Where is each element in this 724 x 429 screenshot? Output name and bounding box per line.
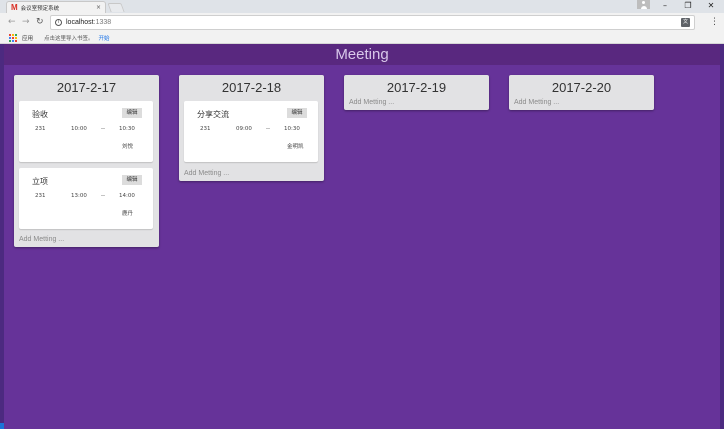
apps-grid-dot xyxy=(15,33,17,36)
menu-icon[interactable]: ⋮ xyxy=(710,17,719,27)
restore-window-icon[interactable]: ❐ xyxy=(677,0,699,11)
close-window-icon[interactable]: ✕ xyxy=(700,0,722,11)
meeting-card: 立项 编辑 231 13:00 -- 14:00 鹿丹 xyxy=(19,168,153,229)
day-column: 2017-2-19 Add Metting ... xyxy=(344,75,489,110)
apps-grid-dot xyxy=(12,33,14,36)
add-meeting-link[interactable]: Add Metting ... xyxy=(184,170,229,177)
meeting-end-time: 10:30 xyxy=(284,126,300,132)
translate-icon[interactable]: 文 xyxy=(681,18,690,27)
url-port: :1338 xyxy=(93,19,112,26)
meeting-person: 鹿丹 xyxy=(122,211,134,217)
day-column: 2017-2-20 Add Metting ... xyxy=(509,75,654,110)
day-column: 2017-2-18 分享交流 编辑 231 09:00 -- 10:30 金明凯… xyxy=(179,75,324,181)
gmail-favicon-icon: M xyxy=(11,2,18,12)
forward-arrow-icon[interactable]: → xyxy=(22,17,30,28)
time-separator: -- xyxy=(101,126,105,132)
bookmarks-import-hint: 点击这里导入书签。 xyxy=(44,35,94,42)
meeting-room: 231 xyxy=(35,193,46,199)
apps-grid-dot xyxy=(12,36,14,39)
meeting-card: 分享交流 编辑 231 09:00 -- 10:30 金明凯 xyxy=(184,101,318,162)
left-edge-panel xyxy=(0,44,4,429)
url-host: localhost xyxy=(66,19,94,26)
tab-title: 会议室预定系统 xyxy=(20,5,60,12)
profile-icon[interactable] xyxy=(637,0,650,9)
edit-button[interactable]: 编辑 xyxy=(287,108,307,118)
back-arrow-icon[interactable]: ← xyxy=(8,17,16,28)
apps-grid-icon[interactable] xyxy=(9,33,17,42)
meeting-title: 验收 xyxy=(32,110,48,119)
meeting-room: 231 xyxy=(200,126,211,132)
time-separator: -- xyxy=(266,126,270,132)
meeting-person: 刘悦 xyxy=(122,144,134,150)
edit-button[interactable]: 编辑 xyxy=(122,108,142,118)
day-date: 2017-2-20 xyxy=(551,80,612,95)
browser-tab[interactable]: M 会议室预定系统 × xyxy=(6,1,106,13)
meeting-room: 231 xyxy=(35,126,46,132)
bottom-accent xyxy=(0,423,4,429)
app-header: Meeting xyxy=(4,44,720,65)
url-text: localhost:1338 xyxy=(66,19,111,26)
add-meeting-link[interactable]: Add Metting ... xyxy=(514,99,559,106)
day-date: 2017-2-17 xyxy=(56,80,117,95)
new-tab-button[interactable] xyxy=(107,3,125,12)
meeting-start-time: 13:00 xyxy=(71,193,87,199)
day-date: 2017-2-19 xyxy=(386,80,447,95)
meeting-end-time: 14:00 xyxy=(119,193,135,199)
add-meeting-link[interactable]: Add Metting ... xyxy=(19,236,64,243)
apps-grid-dot xyxy=(12,39,14,42)
right-edge-panel xyxy=(720,44,724,429)
meeting-person: 金明凯 xyxy=(287,144,304,150)
reload-icon[interactable]: ↻ xyxy=(36,17,44,28)
bookmarks-bar: 应用 点击这里导入书签。 开始 xyxy=(0,32,724,44)
address-bar[interactable]: i localhost:1338 文 xyxy=(50,15,695,30)
meeting-end-time: 10:30 xyxy=(119,126,135,132)
meeting-start-time: 10:00 xyxy=(71,126,87,132)
day-column: 2017-2-17 验收 编辑 231 10:00 -- 10:30 刘悦 立项… xyxy=(14,75,159,247)
apps-label[interactable]: 应用 xyxy=(22,34,33,42)
tab-close-icon[interactable]: × xyxy=(96,4,101,11)
time-separator: -- xyxy=(101,193,105,199)
minimize-window-icon[interactable]: – xyxy=(654,0,676,11)
apps-grid-dot xyxy=(9,33,11,36)
apps-grid-dot xyxy=(15,39,17,42)
apps-grid-dot xyxy=(9,39,11,42)
app-title: Meeting xyxy=(335,46,389,63)
meeting-title: 立项 xyxy=(32,177,48,186)
browser-toolbar: ← → ↻ i localhost:1338 文 ⋮ xyxy=(0,13,724,32)
day-date: 2017-2-18 xyxy=(221,80,282,95)
bookmarks-start-link[interactable]: 开始 xyxy=(99,34,110,42)
apps-grid-dot xyxy=(15,36,17,39)
add-meeting-link[interactable]: Add Metting ... xyxy=(349,99,394,106)
edit-button[interactable]: 编辑 xyxy=(122,175,142,185)
browser-tabstrip: M 会议室预定系统 × – ❐ ✕ xyxy=(0,0,724,13)
apps-grid-dot xyxy=(9,36,11,39)
meeting-title: 分享交流 xyxy=(197,110,229,119)
meeting-start-time: 09:00 xyxy=(236,126,252,132)
info-icon[interactable]: i xyxy=(55,19,62,26)
meeting-card: 验收 编辑 231 10:00 -- 10:30 刘悦 xyxy=(19,101,153,162)
